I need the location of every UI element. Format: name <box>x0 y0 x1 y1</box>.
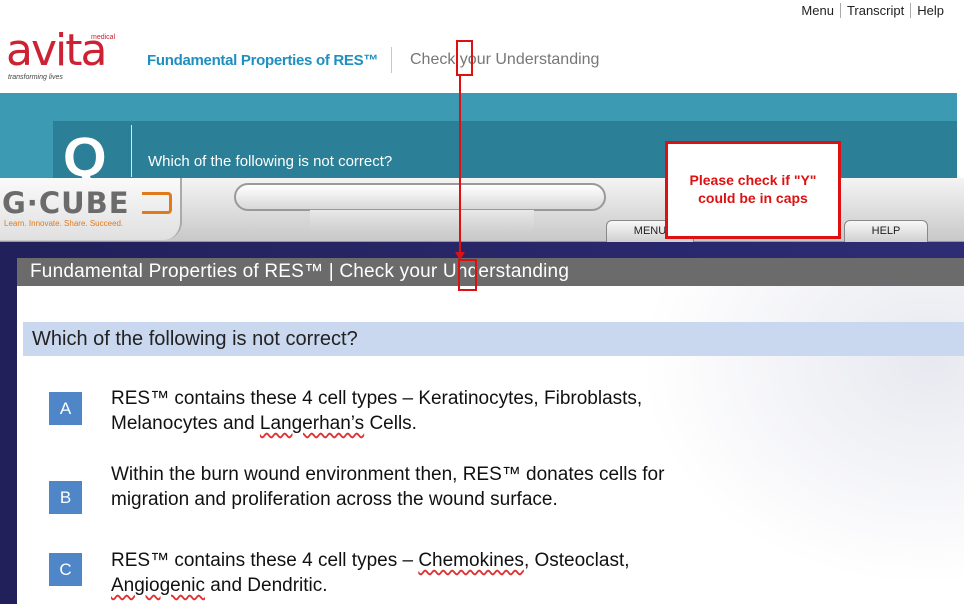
banner-question-text: Which of the following is not correct? <box>148 153 393 170</box>
avita-logo: avita medical transforming lives <box>6 26 126 86</box>
gcube-arrow-icon <box>142 192 172 214</box>
option-b-line-2: migration and proliferation across the w… <box>111 489 558 510</box>
question-bar: Which of the following is not correct? <box>23 322 964 356</box>
annotation-highlight-original <box>456 40 473 76</box>
page: Menu Transcript Help avita medical trans… <box>0 0 964 604</box>
option-a-line-2-start: Melanocytes and <box>111 413 260 434</box>
option-c-line-1-start: RES™ contains these 4 cell types – <box>111 550 419 571</box>
nav-menu-link[interactable]: Menu <box>795 3 840 18</box>
option-c-line-1: RES™ contains these 4 cell types – Chemo… <box>111 548 831 573</box>
option-a-text: RES™ contains these 4 cell types – Kerat… <box>111 386 831 436</box>
logo-superscript: medical <box>91 34 116 41</box>
option-a-letter[interactable]: A <box>49 392 82 425</box>
option-b-letter[interactable]: B <box>49 481 82 514</box>
option-a-line-2: Melanocytes and Langerhan’s Cells. <box>111 411 831 436</box>
slide-title-bar: Fundamental Properties of RES™ | Check y… <box>17 258 964 286</box>
question-text: Which of the following is not correct? <box>32 328 358 350</box>
question-q-icon: Q <box>63 125 107 188</box>
option-c-text: RES™ contains these 4 cell types – Chemo… <box>111 548 831 598</box>
nav-help-link[interactable]: Help <box>910 3 950 18</box>
annotation-highlight-slide <box>458 259 477 291</box>
annotation-callout: Please check if "Y" could be in caps <box>665 141 841 239</box>
course-title: Fundamental Properties of RES™ <box>147 52 379 69</box>
option-a-line-2-end: Cells. <box>364 413 417 434</box>
banner-divider <box>131 125 132 177</box>
gcube-tagline: Learn. Innovate. Share. Succeed. <box>4 219 124 228</box>
nav-transcript-link[interactable]: Transcript <box>839 3 910 18</box>
option-b-line-1: Within the burn wound environment then, … <box>111 464 665 485</box>
section-title: Check your Understanding <box>410 51 600 68</box>
option-c-spellcheck-word-2: Angiogenic <box>111 575 206 596</box>
player-center-tab <box>310 210 534 232</box>
gcube-logo: G·CUBE Learn. Innovate. Share. Succeed. <box>0 178 182 240</box>
option-c-spellcheck-word-1: Chemokines <box>418 550 524 571</box>
player-help-button[interactable]: HELP <box>844 220 928 242</box>
option-c-letter[interactable]: C <box>49 553 82 586</box>
top-nav: Menu Transcript Help <box>795 3 950 18</box>
progress-bar <box>234 183 606 211</box>
slide: Fundamental Properties of RES™ | Check y… <box>17 258 964 604</box>
annotation-callout-line-1: Please check if "Y" <box>689 172 817 188</box>
slide-title: Fundamental Properties of RES™ | Check y… <box>30 261 570 282</box>
option-c-line-2-end: and Dendritic. <box>205 575 328 596</box>
logo-tagline: transforming lives <box>8 74 63 81</box>
annotation-connector-line <box>459 76 461 258</box>
header-divider <box>391 47 392 73</box>
annotation-callout-line-2: could be in caps <box>698 190 808 206</box>
gcube-wordmark: G·CUBE <box>2 186 130 220</box>
option-b-text: Within the burn wound environment then, … <box>111 462 831 512</box>
option-c-line-1-end: , Osteoclast, <box>523 550 630 571</box>
option-a-line-1: RES™ contains these 4 cell types – Kerat… <box>111 388 643 409</box>
option-a-spellcheck-word: Langerhan’s <box>259 413 365 434</box>
option-c-line-2: Angiogenic and Dendritic. <box>111 573 831 598</box>
